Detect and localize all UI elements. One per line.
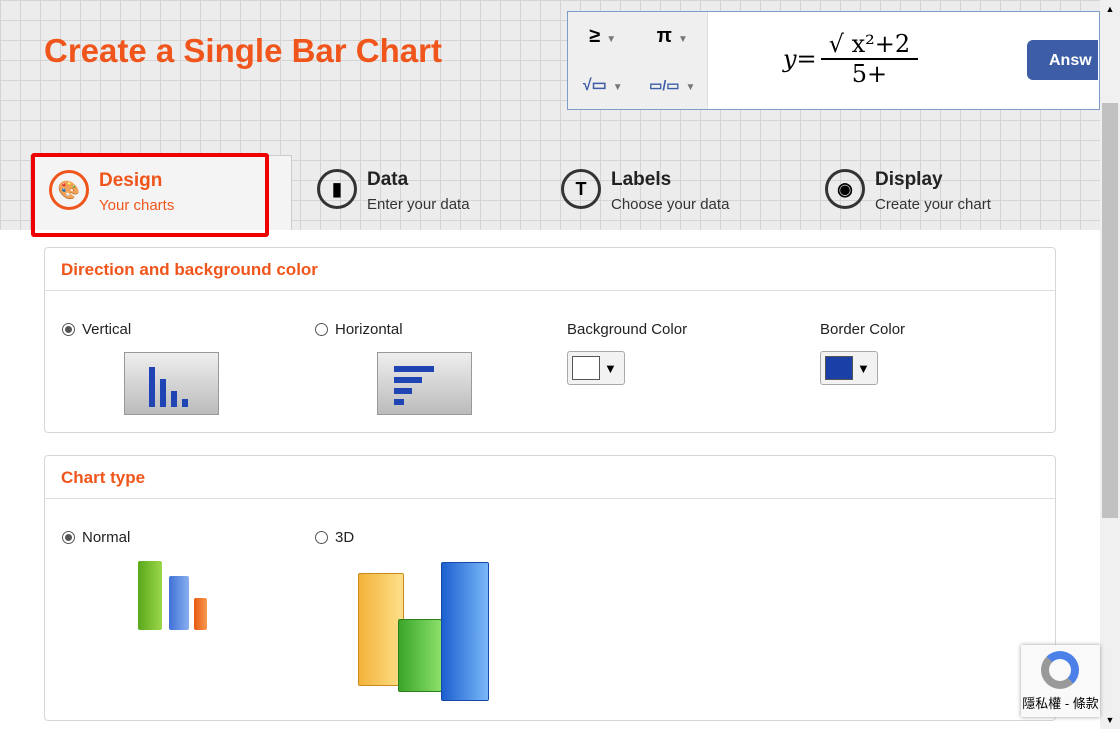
chart-type-card: Chart type Normal 3D xyxy=(44,455,1056,721)
horizontal-radio[interactable]: Horizontal xyxy=(315,321,403,338)
background-color-label: Background Color xyxy=(567,321,688,338)
pi-tool[interactable]: π ▼ xyxy=(657,25,688,48)
bar-chart-icon: ▮ xyxy=(317,169,357,209)
formula: y= √ x²+2 5+ xyxy=(783,30,919,88)
horizontal-thumbnail[interactable] xyxy=(377,352,472,415)
answer-button[interactable]: Answ xyxy=(1027,40,1098,80)
scrollbar-thumb[interactable] xyxy=(1102,103,1118,518)
chart-type-title: Chart type xyxy=(45,456,1055,499)
scroll-down-icon[interactable]: ▼ xyxy=(1100,715,1120,725)
background-color-picker[interactable]: ▼ xyxy=(567,351,625,385)
border-color-picker[interactable]: ▼ xyxy=(820,351,878,385)
highlight-box xyxy=(31,153,269,237)
3d-radio[interactable]: 3D xyxy=(315,529,354,546)
tab-data[interactable]: ▮ Data Enter your data xyxy=(317,155,470,230)
equation-ad[interactable]: ≥ ▼ π ▼ √▭ ▼ ▭/▭ ▼ y= √ x²+2 5+ Answ xyxy=(567,11,1100,110)
vertical-radio[interactable]: Vertical xyxy=(62,321,131,338)
tab-display[interactable]: ◉ Display Create your chart xyxy=(825,155,991,230)
privacy-terms-link[interactable]: 隱私權 - 條款 xyxy=(1022,696,1099,711)
recaptcha-badge[interactable]: 隱私權 - 條款 xyxy=(1021,645,1100,717)
direction-card: Direction and background color Vertical … xyxy=(44,247,1056,433)
text-icon: T xyxy=(561,169,601,209)
sqrt-tool[interactable]: √▭ ▼ xyxy=(583,73,623,96)
eye-icon: ◉ xyxy=(825,169,865,209)
page-title: Create a Single Bar Chart xyxy=(44,32,442,69)
vertical-thumbnail[interactable] xyxy=(124,352,219,415)
normal-radio[interactable]: Normal xyxy=(62,529,130,546)
tab-labels[interactable]: T Labels Choose your data xyxy=(561,155,729,230)
scrollbar[interactable]: ▲ ▼ xyxy=(1100,0,1120,729)
fraction-tool[interactable]: ▭/▭ ▼ xyxy=(649,73,695,96)
inequality-tool[interactable]: ≥ ▼ xyxy=(589,25,616,48)
border-color-label: Border Color xyxy=(820,321,906,338)
direction-title: Direction and background color xyxy=(45,248,1055,291)
scroll-up-icon[interactable]: ▲ xyxy=(1100,4,1120,14)
recaptcha-icon xyxy=(1041,651,1079,689)
